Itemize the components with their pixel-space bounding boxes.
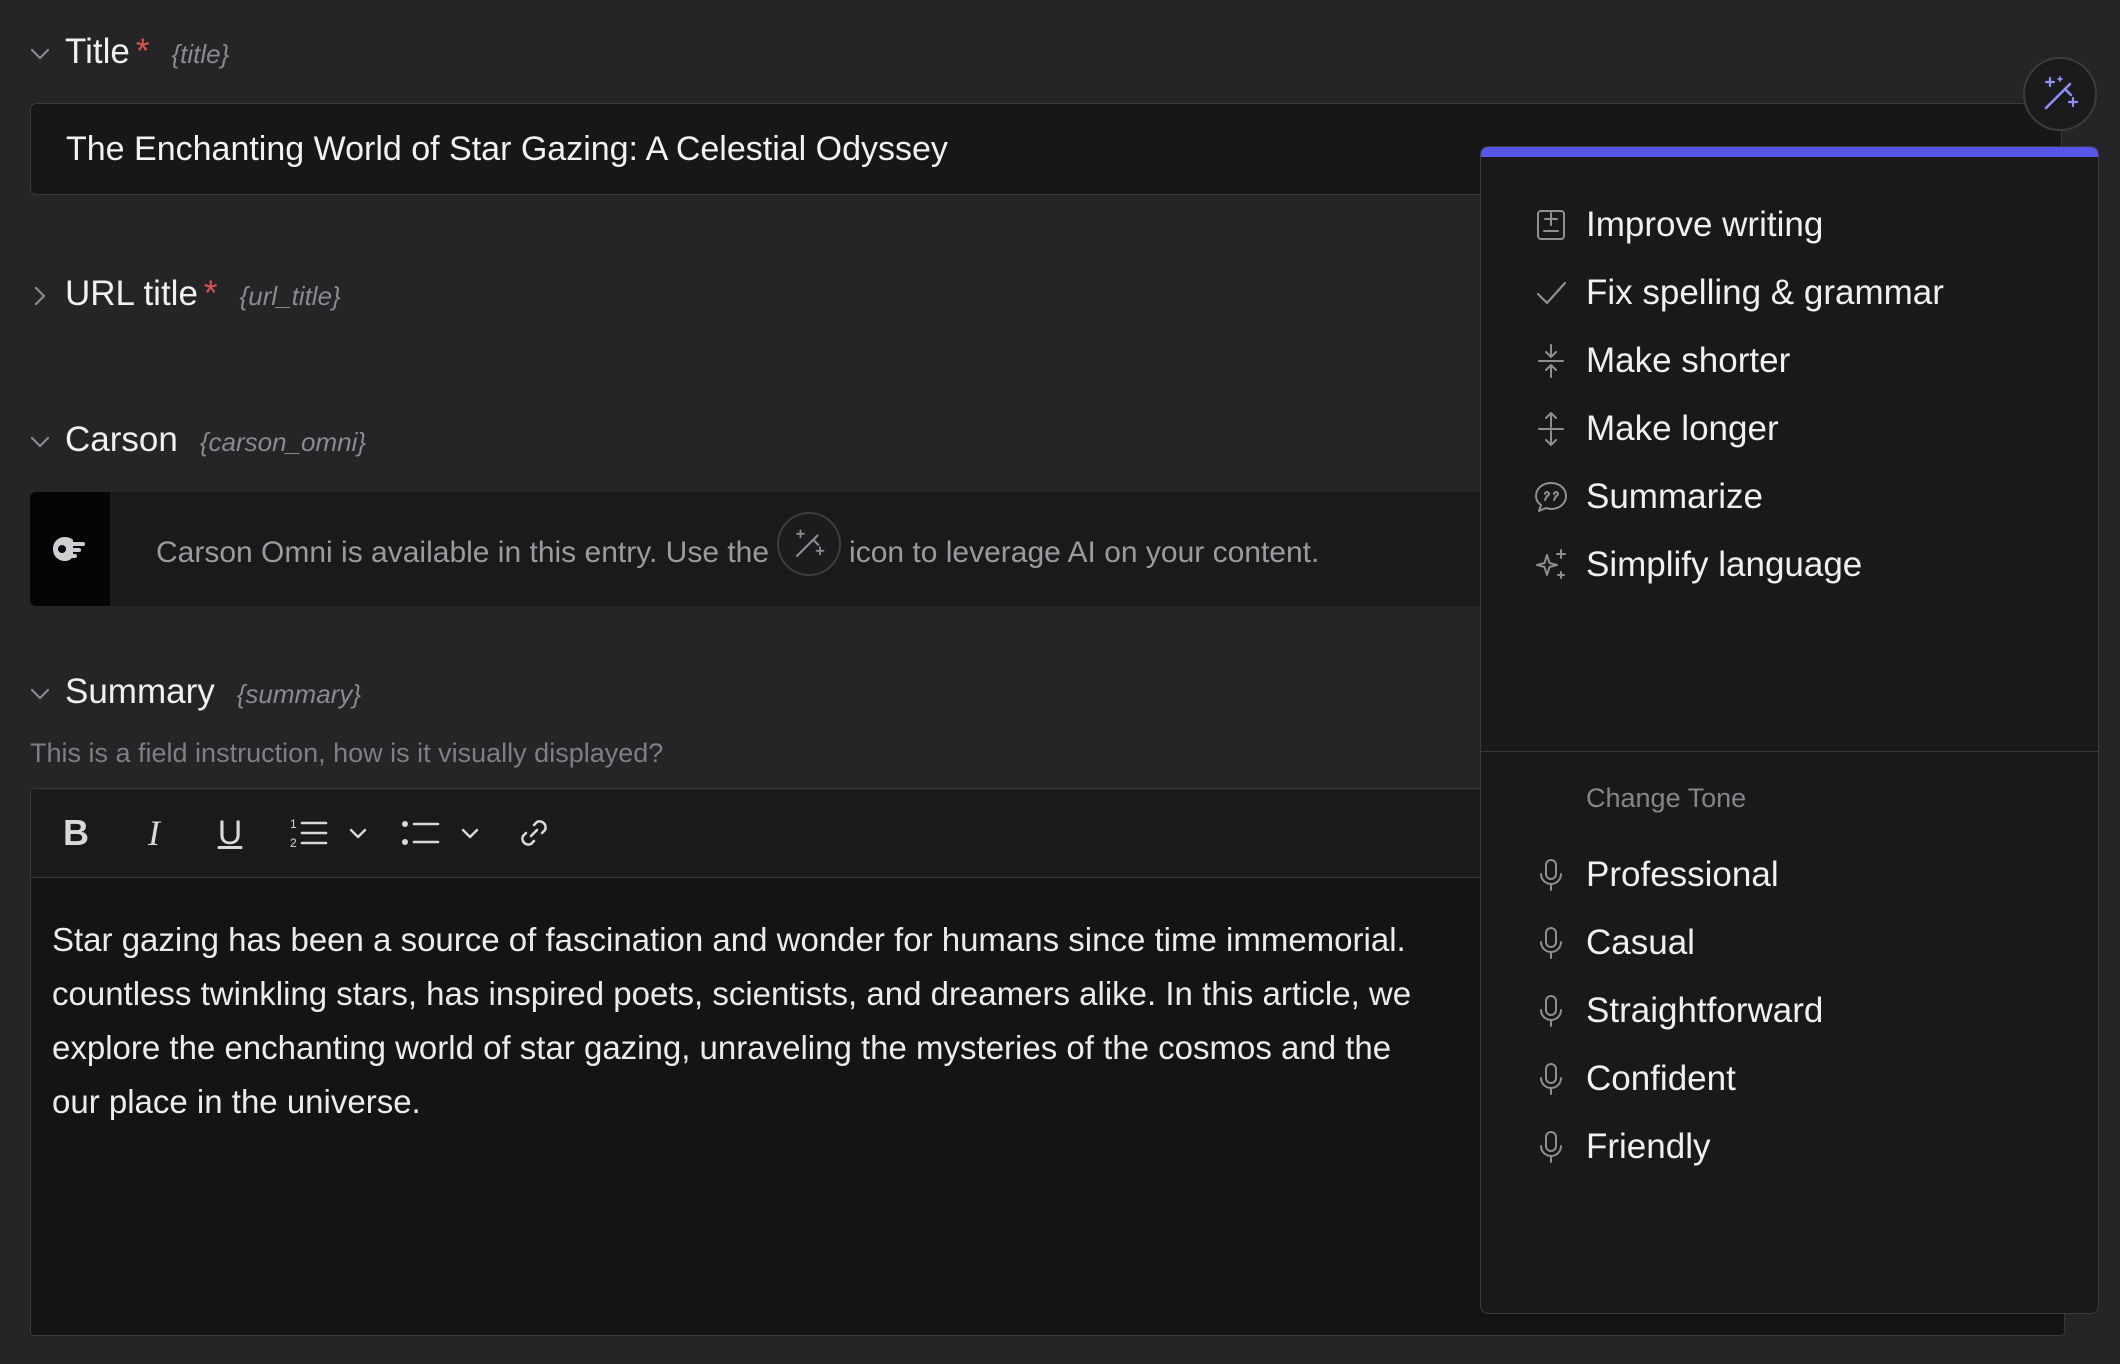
menu-item-label: Casual <box>1586 923 1695 962</box>
ordered-list-button[interactable]: 1 2 <box>285 811 331 855</box>
required-marker: * <box>135 32 150 71</box>
summary-field-label: Summary {summary} <box>65 672 361 712</box>
bullet-list-icon <box>402 821 440 845</box>
menu-item-label: Straightforward <box>1586 991 1824 1030</box>
bullet-list-dropdown[interactable] <box>455 811 485 855</box>
menu-item-label: Friendly <box>1586 1127 1711 1166</box>
url-title-field-label: URL title * {url_title} <box>65 274 341 314</box>
chevron-down-icon <box>461 828 479 839</box>
svg-text:1: 1 <box>290 817 297 831</box>
microphone-icon <box>1533 1129 1569 1165</box>
carson-logo-icon <box>53 537 85 561</box>
url-title-label-text: URL title <box>65 274 198 313</box>
carson-collapse-chevron-icon[interactable] <box>26 428 54 456</box>
carson-notice-text: Carson Omni is available in this entry. … <box>156 512 1320 576</box>
menu-item-simplify-language[interactable]: Simplify language <box>1481 525 2098 605</box>
quote-bubble-icon <box>1533 479 1569 515</box>
menu-item-tone-friendly[interactable]: Friendly <box>1481 1107 2098 1187</box>
microphone-icon <box>1533 1061 1569 1097</box>
menu-item-label: Simplify language <box>1586 545 1863 584</box>
microphone-icon <box>1533 925 1569 961</box>
menu-item-label: Summarize <box>1586 477 1763 516</box>
title-input-value: The Enchanting World of Star Gazing: A C… <box>66 130 948 168</box>
menu-item-label: Professional <box>1586 855 1779 894</box>
bold-button[interactable]: B <box>53 811 99 855</box>
url-title-expand-chevron-icon[interactable] <box>26 282 54 310</box>
summary-field-instruction: This is a field instruction, how is it v… <box>30 738 664 768</box>
carson-omni-notice: Carson Omni is available in this entry. … <box>30 492 1515 606</box>
make-longer-icon <box>1533 411 1569 447</box>
menu-item-label: Improve writing <box>1586 205 1824 244</box>
menu-item-label: Make longer <box>1586 409 1779 448</box>
summary-collapse-chevron-icon[interactable] <box>26 680 54 708</box>
change-tone-heading: Change Tone <box>1586 783 1747 813</box>
summary-handle: {summary} <box>236 679 362 709</box>
notice-text-before: Carson Omni is available in this entry. … <box>156 536 770 569</box>
title-field-label: Title * {title} <box>65 32 229 72</box>
menu-item-label: Make shorter <box>1586 341 1791 380</box>
carson-handle: {carson_omni} <box>199 427 367 457</box>
bold-label: B <box>63 812 89 853</box>
url-title-handle: {url_title} <box>239 281 341 311</box>
underline-label: U <box>217 813 243 852</box>
menu-item-label: Confident <box>1586 1059 1736 1098</box>
carson-field-label: Carson {carson_omni} <box>65 420 366 460</box>
title-label-text: Title <box>65 32 130 71</box>
menu-item-label: Fix spelling & grammar <box>1586 273 1944 312</box>
carson-label-text: Carson <box>65 420 178 459</box>
summary-label-text: Summary <box>65 672 215 711</box>
menu-divider <box>1481 751 2098 752</box>
magic-wand-icon <box>2044 76 2079 110</box>
italic-label: I <box>148 813 160 853</box>
sparkles-icon <box>1533 547 1569 583</box>
link-icon <box>521 820 547 846</box>
chevron-down-icon <box>349 828 367 839</box>
bullet-list-button[interactable] <box>397 811 443 855</box>
underline-button[interactable]: U <box>207 811 253 855</box>
improve-writing-icon <box>1533 207 1569 243</box>
ai-actions-menu: Improve writing Fix spelling & grammar M… <box>1480 146 2099 1314</box>
italic-button[interactable]: I <box>131 811 177 855</box>
ordered-list-icon: 1 2 <box>290 817 328 850</box>
ai-assistant-button[interactable] <box>2023 57 2097 131</box>
inline-magic-wand-icon <box>777 512 842 576</box>
make-shorter-icon <box>1533 343 1569 379</box>
title-collapse-chevron-icon[interactable] <box>26 40 54 68</box>
link-button[interactable] <box>511 811 557 855</box>
microphone-icon <box>1533 857 1569 893</box>
microphone-icon <box>1533 993 1569 1029</box>
menu-accent-bar <box>1481 147 2098 157</box>
title-handle: {title} <box>171 39 230 69</box>
required-marker: * <box>203 274 218 313</box>
svg-text:2: 2 <box>290 836 297 850</box>
notice-text-after: icon to leverage AI on your content. <box>849 536 1320 569</box>
check-icon <box>1533 275 1569 311</box>
ordered-list-dropdown[interactable] <box>343 811 373 855</box>
carson-logo <box>30 492 110 606</box>
